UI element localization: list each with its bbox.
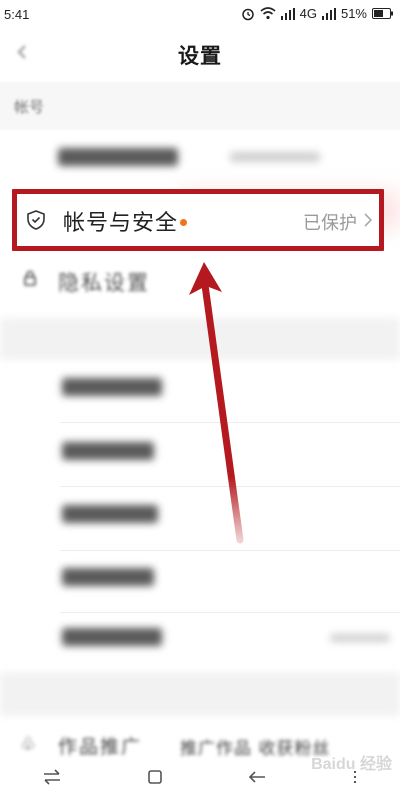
blurred-row-1[interactable] — [58, 148, 178, 166]
title-bar: 设置 — [0, 30, 400, 80]
signal-icon — [280, 7, 295, 20]
row-divider-4 — [60, 612, 400, 613]
blurred-row-7-value — [330, 634, 390, 642]
unread-dot — [180, 219, 187, 226]
back-arrow-icon[interactable] — [14, 44, 30, 60]
blurred-row-1-value — [230, 152, 320, 162]
back-nav-icon[interactable] — [247, 769, 267, 785]
section-label-account: 帐号 — [14, 98, 45, 116]
account-security-label: 帐号与安全 — [63, 211, 179, 236]
row-divider-1 — [60, 422, 400, 423]
row-divider-3 — [60, 550, 400, 551]
privacy-settings-label[interactable]: 隐私设置 — [58, 267, 150, 297]
blurred-row-6[interactable] — [62, 568, 154, 586]
wifi-icon — [260, 7, 276, 20]
network-type: 4G — [299, 6, 317, 21]
blurred-row-4[interactable] — [62, 442, 154, 460]
battery-icon — [372, 8, 393, 19]
alarm-icon — [241, 8, 254, 20]
promotion-icon: ♧ — [20, 734, 37, 755]
home-square-icon[interactable] — [147, 769, 163, 785]
battery-percent: 51% — [340, 6, 367, 21]
section-band-2 — [0, 318, 400, 360]
switch-icon[interactable] — [42, 769, 62, 785]
section-band-account — [0, 82, 400, 130]
status-time: 5:41 — [4, 7, 30, 22]
blurred-row-5[interactable] — [62, 505, 158, 523]
account-security-row[interactable]: 帐号与安全 已保护 — [12, 189, 384, 251]
row-divider-2 — [60, 486, 400, 487]
chevron-right-icon — [364, 213, 373, 227]
shield-check-icon — [27, 210, 45, 230]
status-icons: 4G 51% — [241, 6, 394, 21]
account-security-status: 已保护 — [303, 213, 357, 234]
arrow-head — [189, 262, 222, 295]
watermark: Baidu 经验 — [311, 756, 392, 773]
section-band-3 — [0, 672, 400, 716]
blurred-row-7[interactable] — [62, 628, 162, 646]
status-bar: 5:41 4G 51% — [0, 0, 400, 30]
blurred-row-3[interactable] — [62, 378, 162, 396]
page-title: 设置 — [178, 44, 222, 68]
lock-icon — [24, 270, 36, 286]
signal-icon-2 — [321, 7, 336, 20]
